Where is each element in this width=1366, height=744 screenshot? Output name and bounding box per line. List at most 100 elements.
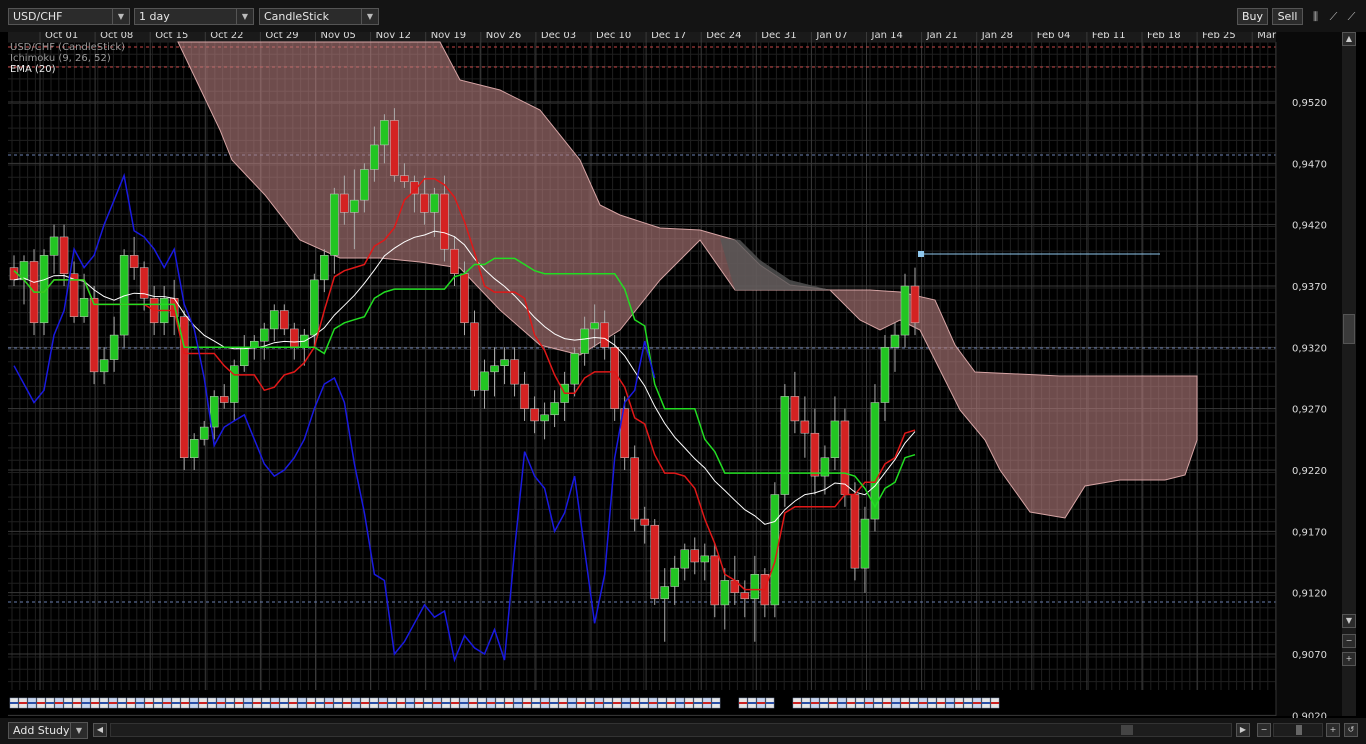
event-flag-stripe <box>199 702 207 704</box>
zoom-out-icon[interactable]: − <box>1342 634 1356 648</box>
event-flag-stripe <box>658 702 666 704</box>
symbol-select[interactable]: USD/CHF ▼ <box>8 8 130 25</box>
timeframe-value: 1 day <box>139 10 170 23</box>
candle-body <box>710 555 720 606</box>
bar-chart-icon[interactable]: ⫼ <box>1307 8 1324 25</box>
event-flag-stripe <box>388 702 396 704</box>
candle-body <box>790 396 800 422</box>
candle-body <box>530 408 539 422</box>
event-flag-stripe <box>361 702 369 704</box>
candle-body <box>590 322 599 330</box>
candle-body <box>610 347 619 409</box>
sell-button[interactable]: Sell <box>1272 8 1303 25</box>
candle-body <box>510 359 519 385</box>
candle-body <box>320 255 329 281</box>
event-flag-stripe <box>640 702 648 704</box>
event-flag-stripe <box>595 702 603 704</box>
event-flag-stripe <box>379 702 387 704</box>
event-flag-stripe <box>586 702 594 704</box>
event-flag-stripe <box>280 702 288 704</box>
zoom-out-icon[interactable]: − <box>1257 723 1271 737</box>
event-flag-stripe <box>433 702 441 704</box>
event-flag-stripe <box>847 702 855 704</box>
candle-body <box>700 555 710 563</box>
event-flag-stripe <box>352 702 360 704</box>
symbol-value: USD/CHF <box>13 10 63 23</box>
add-study-label: Add Study <box>13 724 70 737</box>
zoom-in-icon[interactable]: + <box>1342 652 1356 666</box>
event-flag-stripe <box>298 702 306 704</box>
candle-body <box>460 273 469 324</box>
candle-body <box>370 144 379 170</box>
candle-body <box>670 567 679 587</box>
timeframe-select[interactable]: 1 day ▼ <box>134 8 254 25</box>
event-flag-stripe <box>874 702 882 704</box>
event-flag-stripe <box>568 702 576 704</box>
candle-body <box>310 279 319 336</box>
zoom-in-icon[interactable]: + <box>1326 723 1340 737</box>
candle-body <box>890 334 900 348</box>
chevron-down-icon: ▼ <box>236 9 253 24</box>
candle-body <box>680 549 689 569</box>
chart-style-select[interactable]: CandleStick ▼ <box>259 8 379 25</box>
event-flag-stripe <box>163 702 171 704</box>
event-flag-stripe <box>631 702 639 704</box>
event-flag-stripe <box>505 702 513 704</box>
candle-body <box>880 347 890 403</box>
event-flag-stripe <box>208 702 216 704</box>
scroll-down-icon[interactable]: ▼ <box>1342 614 1356 628</box>
buy-button[interactable]: Buy <box>1237 8 1268 25</box>
price-tick-label: 0,9120 <box>1292 589 1327 600</box>
candle-body <box>400 175 409 182</box>
price-tick-label: 0,9220 <box>1292 466 1327 477</box>
scrollbar-thumb[interactable] <box>1343 314 1355 344</box>
event-flag-stripe <box>829 702 837 704</box>
price-tick-label: 0,9520 <box>1292 98 1327 109</box>
candle-body <box>470 322 479 391</box>
vertical-scrollbar[interactable]: ▲ ▼ − + <box>1342 32 1356 716</box>
scroll-right-icon[interactable]: ▶ <box>1236 723 1250 737</box>
candle-body <box>600 322 609 348</box>
reset-zoom-icon[interactable]: ↺ <box>1344 723 1358 737</box>
candle-body <box>750 574 760 600</box>
event-flag-stripe <box>838 702 846 704</box>
candle-body <box>810 432 820 477</box>
candle-body <box>330 193 339 256</box>
event-flag-stripe <box>442 702 450 704</box>
add-study-button[interactable]: Add Study ▼ <box>8 722 88 739</box>
price-tick-label: 0,9420 <box>1292 221 1327 232</box>
event-flag-stripe <box>325 702 333 704</box>
candle-body <box>490 365 499 373</box>
draw-line-icon[interactable]: ⟋ <box>1325 8 1342 25</box>
event-flag-stripe <box>622 702 630 704</box>
event-flag-stripe <box>469 702 477 704</box>
candle-body <box>450 248 459 274</box>
scroll-left-icon[interactable]: ◀ <box>93 723 107 737</box>
scrollbar-thumb[interactable] <box>1121 725 1133 735</box>
event-flag-stripe <box>424 702 432 704</box>
candle-body <box>850 494 860 569</box>
candle-body <box>910 285 920 324</box>
event-flag-stripe <box>271 702 279 704</box>
scroll-up-icon[interactable]: ▲ <box>1342 32 1356 46</box>
event-flag-stripe <box>82 702 90 704</box>
chart-canvas[interactable]: Oct 01 Oct 08 Oct 15 Oct 22 Oct 29 Nov 05 Nov … <box>0 0 1366 744</box>
event-flag-stripe <box>532 702 540 704</box>
legend-item: EMA (20) <box>10 64 56 75</box>
event-flag-stripe <box>172 702 180 704</box>
event-flag-stripe <box>100 702 108 704</box>
candle-body <box>720 580 730 606</box>
event-flag-stripe <box>316 702 324 704</box>
horizontal-scrollbar[interactable] <box>110 723 1232 737</box>
event-flag-stripe <box>118 702 126 704</box>
event-flag-stripe <box>10 702 18 704</box>
event-flag-stripe <box>496 702 504 704</box>
event-flag-stripe <box>793 702 801 704</box>
event-flag-stripe <box>937 702 945 704</box>
zoom-slider-handle[interactable] <box>1296 725 1302 735</box>
draw-line-icon[interactable]: ⟋ <box>1343 8 1360 25</box>
event-flag-stripe <box>649 702 657 704</box>
zoom-slider[interactable] <box>1273 723 1323 737</box>
chevron-down-icon: ▼ <box>70 723 87 738</box>
candle-body <box>430 193 439 213</box>
